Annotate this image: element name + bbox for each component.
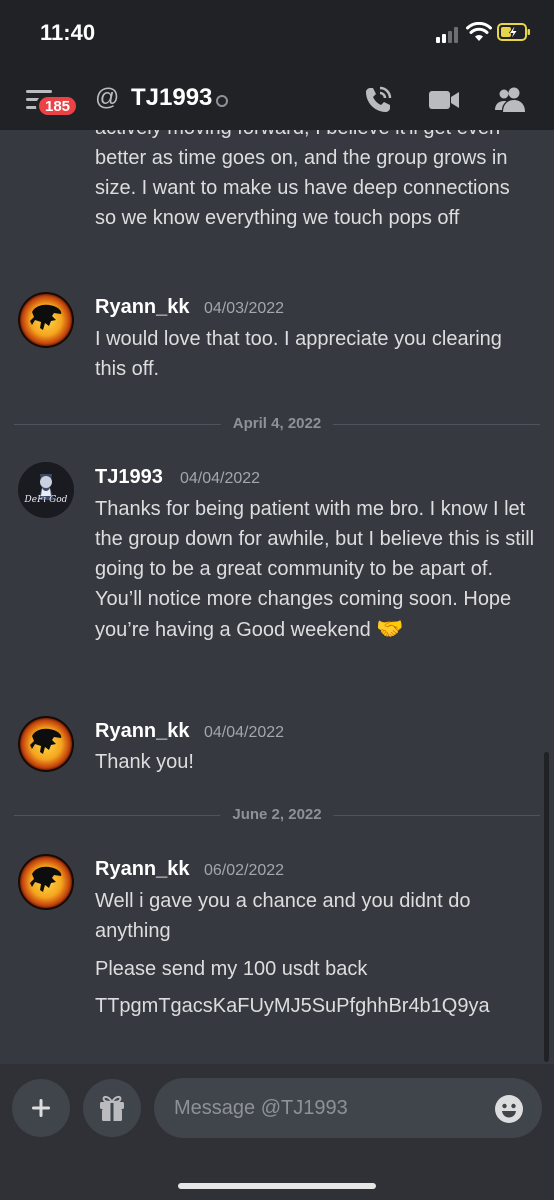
avatar[interactable] (18, 716, 74, 772)
gift-button[interactable] (83, 1079, 141, 1137)
status-bar: 11:40 (0, 0, 554, 70)
message-timestamp: 04/04/2022 (204, 724, 285, 741)
chat-header: 185 @ TJ1993 (0, 70, 554, 130)
phone-call-icon[interactable] (362, 84, 394, 116)
message-text: Please send my 100 usdt back (95, 958, 368, 980)
date-divider-label: April 4, 2022 (220, 415, 334, 432)
handshake-emoji: 🤝 (376, 616, 404, 641)
composer-bar (0, 1064, 554, 1200)
offline-status-icon (216, 95, 228, 107)
message-text: Well i gave you a chance and you didnt d… (95, 890, 471, 942)
emoji-icon[interactable] (494, 1094, 524, 1124)
message-text: Thanks for being patient with me bro. I … (95, 494, 540, 645)
message-text: Thank you! (95, 751, 194, 773)
message-timestamp: 06/02/2022 (204, 862, 285, 879)
scrollbar[interactable] (544, 752, 549, 1062)
message-author[interactable]: Ryann_kk (95, 858, 190, 881)
avatar[interactable]: DeFi God (18, 462, 74, 518)
wifi-icon (466, 22, 492, 41)
channel-title[interactable]: TJ1993 (131, 84, 212, 112)
at-icon: @ (95, 84, 120, 111)
message-input[interactable] (154, 1078, 542, 1138)
signal-icon (436, 27, 458, 43)
plus-icon (32, 1099, 50, 1117)
message-text: TTpgmTgacsKaFUyMJ5SuPfghhBr4b1Q9ya (95, 995, 490, 1017)
battery-icon (497, 23, 530, 41)
avatar[interactable] (18, 854, 74, 910)
date-divider-label: June 2, 2022 (220, 806, 334, 823)
video-icon[interactable] (428, 86, 460, 114)
members-icon[interactable] (494, 84, 526, 116)
home-indicator[interactable] (178, 1183, 376, 1189)
status-time: 11:40 (40, 20, 96, 45)
message-timestamp: 04/03/2022 (204, 300, 285, 317)
message-timestamp: 04/04/2022 (180, 470, 261, 487)
message-text: I would love that too. I appreciate you … (95, 328, 502, 380)
message-author[interactable]: TJ1993 (95, 466, 163, 489)
avatar-caption: DeFi God (24, 495, 68, 505)
gift-icon (100, 1095, 124, 1121)
message-author[interactable]: Ryann_kk (95, 720, 190, 743)
message-text: actively moving forward, I believe it'll… (95, 130, 510, 229)
avatar[interactable] (18, 292, 74, 348)
notification-badge: 185 (36, 94, 80, 118)
message-list[interactable]: actively moving forward, I believe it'll… (0, 130, 554, 1060)
add-attachment-button[interactable] (12, 1079, 70, 1137)
message-author[interactable]: Ryann_kk (95, 296, 190, 319)
message-text-body: Thanks for being patient with me bro. I … (95, 498, 535, 641)
